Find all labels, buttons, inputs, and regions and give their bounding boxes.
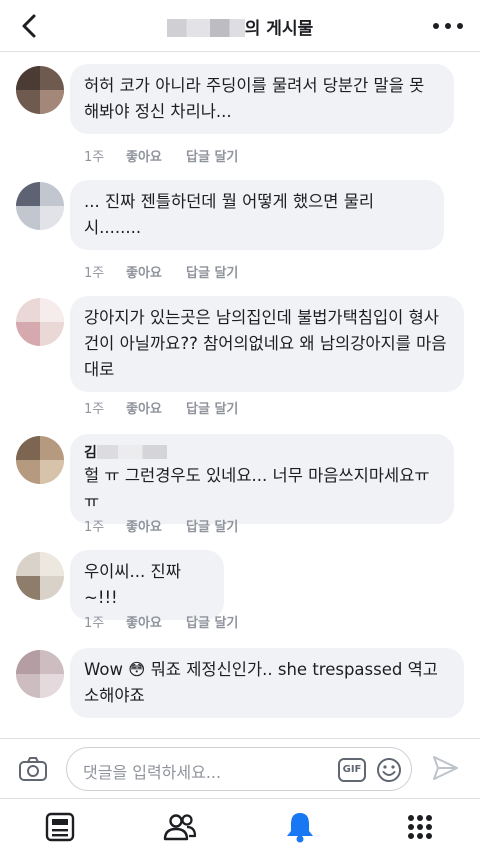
- avatar[interactable]: [16, 436, 64, 484]
- emoji-icon[interactable]: [376, 757, 402, 783]
- comment-author[interactable]: 김: [84, 443, 440, 463]
- avatar[interactable]: [16, 66, 64, 114]
- gif-button[interactable]: GIF: [338, 758, 366, 782]
- comment-bubble: Wow 😳 뭐죠 제정신인가.. she trespassed 역고소해야죠: [70, 648, 464, 718]
- comment-time: 1주: [84, 266, 105, 281]
- comment-text: 강아지가 있는곳은 남의집인데 불법가택침입이 형사건이 아닐까요?? 참어의없…: [84, 308, 447, 379]
- avatar[interactable]: [16, 552, 64, 600]
- comment-text: 헐 ㅠ 그런경우도 있네요... 너무 마음쓰지마세요ㅠㅠ: [84, 466, 430, 511]
- comment-text: 허허 코가 아니라 주딩이를 물려서 당분간 말을 못 해봐야 정신 차리나..…: [84, 76, 425, 121]
- news-feed-icon[interactable]: [42, 809, 78, 845]
- comment-time: 1주: [84, 520, 105, 535]
- blurred-author-name: [166, 19, 245, 37]
- post-header: 의 게시물: [0, 0, 480, 52]
- comment-input[interactable]: 댓글을 입력하세요... GIF: [66, 747, 412, 791]
- menu-grid-icon[interactable]: [402, 809, 438, 845]
- avatar[interactable]: [16, 650, 64, 698]
- reply-button[interactable]: 답글 달기: [186, 262, 238, 281]
- like-button[interactable]: 좋아요: [126, 612, 162, 631]
- comment-bubble: 허허 코가 아니라 주딩이를 물려서 당분간 말을 못 해봐야 정신 차리나..…: [70, 64, 454, 134]
- avatar[interactable]: [16, 182, 64, 230]
- comment-bubble: 김 헐 ㅠ 그런경우도 있네요... 너무 마음쓰지마세요ㅠㅠ: [70, 434, 454, 524]
- camera-icon[interactable]: [18, 756, 48, 782]
- comment-bubble: ... 진짜 젠틀하던데 뭘 어떻게 했으면 물리시........: [70, 180, 444, 250]
- comment-text: Wow 😳 뭐죠 제정신인가.. she trespassed 역고소해야죠: [84, 660, 438, 705]
- reply-button[interactable]: 답글 달기: [186, 398, 238, 417]
- comment-time: 1주: [84, 616, 105, 631]
- more-dots-icon[interactable]: [430, 12, 466, 40]
- comment-bubble: 우이씨... 진짜~!!!: [70, 550, 224, 620]
- comment-input-placeholder: 댓글을 입력하세요...: [83, 763, 222, 782]
- send-icon[interactable]: [430, 753, 460, 783]
- like-button[interactable]: 좋아요: [126, 262, 162, 281]
- comment-time: 1주: [84, 402, 105, 417]
- comment-time: 1주: [84, 150, 105, 165]
- avatar[interactable]: [16, 298, 64, 346]
- like-button[interactable]: 좋아요: [126, 146, 162, 165]
- bottom-tab-bar: [0, 798, 480, 854]
- blurred-name: [96, 445, 167, 459]
- page-title: 의 게시물: [0, 14, 480, 39]
- friends-icon[interactable]: [162, 809, 198, 845]
- like-button[interactable]: 좋아요: [126, 398, 162, 417]
- like-button[interactable]: 좋아요: [126, 516, 162, 535]
- comment-composer: 댓글을 입력하세요... GIF: [0, 738, 480, 798]
- comment-text: 우이씨... 진짜~!!!: [84, 562, 181, 607]
- comment-text: ... 진짜 젠틀하던데 뭘 어떻게 했으면 물리시........: [84, 192, 375, 237]
- notifications-bell-icon[interactable]: [282, 809, 318, 845]
- reply-button[interactable]: 답글 달기: [186, 146, 238, 165]
- reply-button[interactable]: 답글 달기: [186, 516, 238, 535]
- comment-bubble: 강아지가 있는곳은 남의집인데 불법가택침입이 형사건이 아닐까요?? 참어의없…: [70, 296, 464, 392]
- reply-button[interactable]: 답글 달기: [186, 612, 238, 631]
